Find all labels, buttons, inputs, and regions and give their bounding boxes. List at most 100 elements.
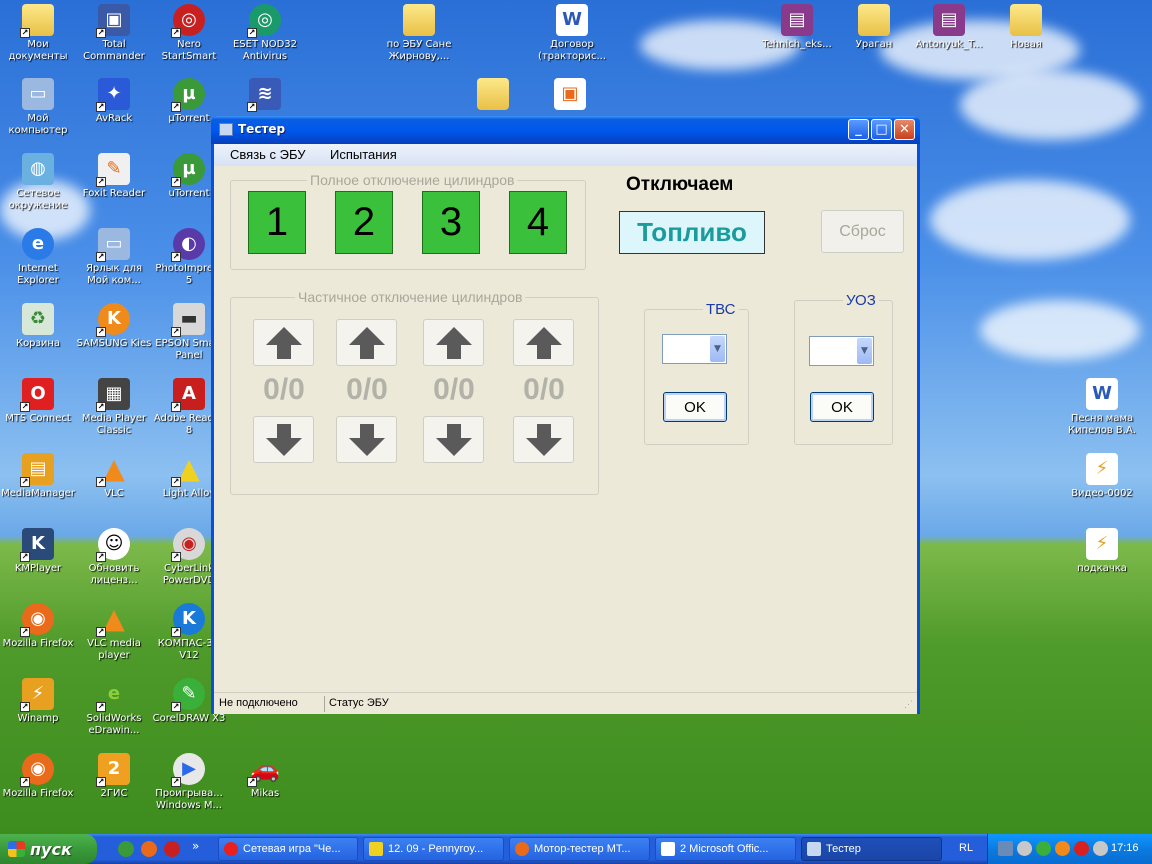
- desktop-icon-recycle-bin[interactable]: ♻ Корзина: [0, 303, 76, 350]
- task-network-game[interactable]: Сетевая игра "Че...: [218, 837, 358, 861]
- cylinder-1-up-button[interactable]: [253, 319, 314, 366]
- desktop-icon-vlc[interactable]: ▲ ↗ VLC: [76, 453, 152, 500]
- cylinder-1-button[interactable]: 1: [248, 191, 306, 254]
- scanner-icon: ▬ ↗: [171, 303, 205, 337]
- desktop-icon-my-computer[interactable]: ▭ Мой компьютер: [0, 78, 76, 137]
- desktop-icon-kmplayer[interactable]: K ↗ KMPlayer: [0, 528, 76, 575]
- license-icon: ☺ ↗: [96, 528, 130, 562]
- menu-tests[interactable]: Испытания: [330, 147, 397, 162]
- desktop-icon-song[interactable]: W Песня мама Кипелов В.А.: [1064, 378, 1140, 437]
- desktop-icon-antonyuk[interactable]: ▤ Antonyuk_T...: [911, 4, 987, 51]
- mode-value-box[interactable]: Топливо: [619, 211, 765, 254]
- minimize-button[interactable]: _: [848, 119, 869, 140]
- desktop-icon-update-license[interactable]: ☺ ↗ Обновить лиценз...: [76, 528, 152, 587]
- desktop-icon-mikas[interactable]: 🚗 ↗ Mikas: [227, 753, 303, 800]
- desktop-icon-unnamed-app[interactable]: ≋ ↗: [227, 78, 303, 113]
- desktop-icon-avrack[interactable]: ✦ ↗ AvRack: [76, 78, 152, 125]
- desktop-icon-image-file[interactable]: ▣: [532, 78, 608, 113]
- uoz-select[interactable]: ▼: [809, 336, 874, 366]
- tvs-ok-button[interactable]: OK: [663, 392, 727, 422]
- window-titlebar[interactable]: Тестер _ □ ✕: [211, 116, 920, 144]
- cylinder-4-down-button[interactable]: [513, 416, 574, 463]
- network-icon[interactable]: [998, 841, 1013, 856]
- cylinder-3-button[interactable]: 3: [422, 191, 480, 254]
- desktop-icon-total-commander[interactable]: ▣ ↗ Total Commander: [76, 4, 152, 63]
- desktop-icon-uragan[interactable]: Ураган: [836, 4, 912, 51]
- maximize-button[interactable]: □: [871, 119, 892, 140]
- kies-icon[interactable]: [1055, 841, 1070, 856]
- cylinder-3-down-button[interactable]: [423, 416, 484, 463]
- desktop-icon-foxit[interactable]: ✎ ↗ Foxit Reader: [76, 153, 152, 200]
- close-button[interactable]: ✕: [894, 119, 915, 140]
- resize-grip-icon[interactable]: ⋰: [904, 699, 913, 710]
- cylinder-4-up-button[interactable]: [513, 319, 574, 366]
- desktop-icon-my-documents[interactable]: ↗ Мои документы: [0, 4, 76, 63]
- app-icon: ≋ ↗: [247, 78, 281, 112]
- desktop-icon-vlc-media-player[interactable]: ▲ ↗ VLC media player: [76, 603, 152, 662]
- desktop-icon-windows-media[interactable]: ▶ ↗ Проигрыва... Windows M...: [151, 753, 227, 812]
- desktop-icon-contract[interactable]: W Договор (тракторис...: [532, 4, 612, 63]
- task-microsoft-office[interactable]: 2 Microsoft Offic...: [655, 837, 796, 861]
- desktop-icon-solidworks[interactable]: e ↗ SolidWorks eDrawin...: [76, 678, 152, 737]
- cylinder-2-button[interactable]: 2: [335, 191, 393, 254]
- task-motor-tester[interactable]: Мотор-тестер МТ...: [509, 837, 650, 861]
- taskbar: пуск » Сетевая игра "Че... 12. 09 - Penn…: [0, 834, 1152, 864]
- uoz-ok-button[interactable]: OK: [810, 392, 874, 422]
- task-pennyroyal[interactable]: 12. 09 - Pennyroy...: [363, 837, 504, 861]
- tester-window: Тестер _ □ ✕ Связь с ЭБУ Испытания Полно…: [211, 116, 920, 714]
- cylinder-1-down-button[interactable]: [253, 416, 314, 463]
- chevron-down-icon: ▼: [710, 336, 725, 362]
- desktop-icon-eset[interactable]: ◎ ↗ ESET NOD32 Antivirus: [227, 4, 303, 63]
- reset-button[interactable]: Сброс: [821, 210, 904, 253]
- folder-icon: [477, 78, 509, 110]
- photoimpression-icon: ◐ ↗: [171, 228, 205, 262]
- kmplayer-icon: K ↗: [20, 528, 54, 562]
- desktop-icon-firefox[interactable]: ◉ ↗ Mozilla Firefox: [0, 603, 76, 650]
- desktop-icon-new-folder[interactable]: Новая: [988, 4, 1064, 51]
- desktop-icon-podkachka[interactable]: ⚡ подкачка: [1064, 528, 1140, 575]
- desktop-icon-nero[interactable]: ◎ ↗ Nero StartSmart: [151, 4, 227, 63]
- edrawings-icon: e ↗: [96, 683, 121, 712]
- tvs-label: ТВС: [703, 301, 739, 318]
- desktop-icon-shortcut-my-computer[interactable]: ▭ ↗ Ярлык для Мой ком...: [76, 228, 152, 287]
- folder-icon: [403, 4, 435, 36]
- desktop-icon-network[interactable]: ◍ Сетевое окружение: [0, 153, 76, 212]
- antivirus-icon[interactable]: [1036, 841, 1051, 856]
- language-indicator[interactable]: RL: [959, 842, 973, 854]
- image-file-icon: ▣: [554, 78, 586, 110]
- tvs-group: ТВС ▼ OK: [644, 301, 749, 445]
- task-tester[interactable]: Тестер: [801, 837, 942, 861]
- desktop-icon-folder-2[interactable]: [455, 78, 531, 113]
- media-player-icon: ▶ ↗: [171, 753, 205, 787]
- alert-icon[interactable]: [1074, 841, 1089, 856]
- cylinder-3-up-button[interactable]: [423, 319, 484, 366]
- cylinder-2-down-button[interactable]: [336, 416, 397, 463]
- bluetooth-icon[interactable]: [1017, 841, 1032, 856]
- desktop-icon-firefox-2[interactable]: ◉ ↗ Mozilla Firefox: [0, 753, 76, 800]
- desktop-icon-winamp[interactable]: ⚡ ↗ Winamp: [0, 678, 76, 725]
- firefox-icon[interactable]: [141, 841, 157, 857]
- desktop-icon-2gis[interactable]: 2 ↗ 2ГИС: [76, 753, 152, 800]
- desktop-icon-mediamanager[interactable]: ▤ ↗ MediaManager: [0, 453, 76, 500]
- desktop-icon-internet-explorer[interactable]: e Internet Explorer: [0, 228, 76, 287]
- desktop-icon-samsung-kies[interactable]: K ↗ SAMSUNG Kies: [76, 303, 152, 350]
- utorrent-icon[interactable]: [118, 841, 134, 857]
- desktop-icon-video[interactable]: ⚡ Видео-0002: [1064, 453, 1140, 500]
- cylinder-2-up-button[interactable]: [336, 319, 397, 366]
- start-button[interactable]: пуск: [0, 834, 97, 864]
- desktop-icon-mts-connect[interactable]: O ↗ MTS Connect: [0, 378, 76, 425]
- volume-icon[interactable]: [1093, 841, 1108, 856]
- cloud: [960, 70, 1140, 140]
- desktop-icon-ecu-folder[interactable]: по ЭБУ Сане Жирнову,...: [379, 4, 459, 63]
- cylinder-4-button[interactable]: 4: [509, 191, 567, 254]
- tvs-select[interactable]: ▼: [662, 334, 727, 364]
- media-file-icon: ⚡: [1086, 453, 1118, 485]
- cylinder-4-ratio: 0/0: [523, 373, 565, 406]
- menu-ecu-connection[interactable]: Связь с ЭБУ: [230, 147, 305, 162]
- 2gis-icon: 2 ↗: [96, 753, 130, 787]
- clock[interactable]: 17:16: [1111, 842, 1139, 854]
- desktop-icon-mpc[interactable]: ▦ ↗ Media Player Classic: [76, 378, 152, 437]
- desktop-icon-tehnich[interactable]: ▤ Tehnich_eks...: [759, 4, 835, 51]
- quick-launch-chevron[interactable]: »: [192, 839, 199, 853]
- opera-icon[interactable]: [164, 841, 180, 857]
